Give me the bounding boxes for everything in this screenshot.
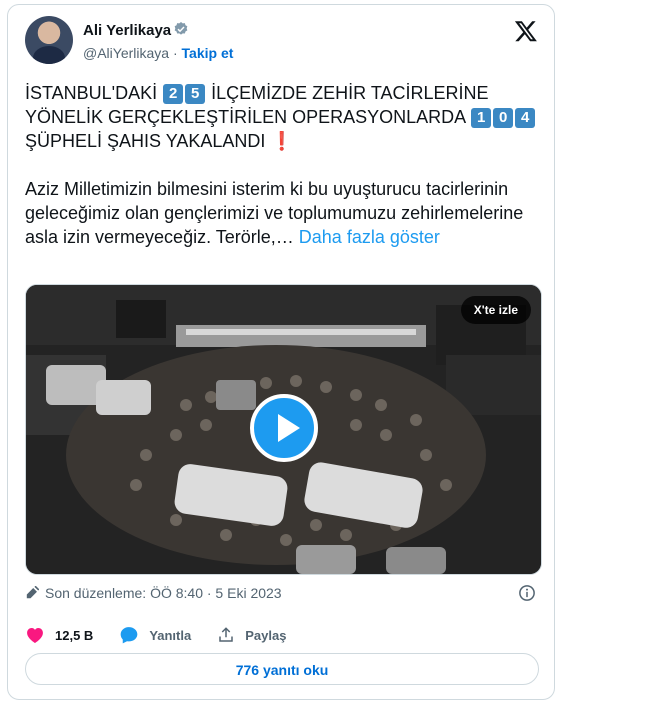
- body-text: Aziz Milletimizin bilmesini isterim ki b…: [25, 179, 524, 247]
- tweet-text: İSTANBUL'DAKİ 25 İLÇEMİZDE ZEHİR TACİRLE…: [25, 81, 545, 249]
- read-replies-button[interactable]: 776 yanıtı oku: [25, 653, 539, 685]
- handle-row: @AliYerlikaya · Takip et: [83, 45, 233, 61]
- share-label: Paylaş: [245, 627, 287, 643]
- keycap-digit: 1: [471, 108, 492, 128]
- pencil-icon: [26, 586, 39, 599]
- reply-label: Yanıtla: [149, 627, 192, 643]
- avatar[interactable]: [25, 16, 73, 64]
- author-name[interactable]: Ali Yerlikaya: [83, 22, 171, 39]
- author-handle[interactable]: @AliYerlikaya: [83, 45, 169, 61]
- info-icon[interactable]: [518, 584, 536, 602]
- keycap-digit: 0: [493, 108, 514, 128]
- tweet-headline: İSTANBUL'DAKİ 25 İLÇEMİZDE ZEHİR TACİRLE…: [25, 81, 545, 153]
- share-icon: [219, 627, 233, 642]
- reply-icon: [120, 627, 138, 644]
- edited-label: Son düzenleme: ÖÖ 8:40 · 5 Eki 2023: [45, 585, 282, 601]
- reply-button[interactable]: Yanıtla: [119, 625, 191, 645]
- like-count: 12,5 B: [55, 627, 94, 643]
- share-button[interactable]: Paylaş: [217, 626, 286, 644]
- exclamation-icon: ❗: [270, 131, 293, 151]
- tweet-card: Ali Yerlikaya @AliYerlikaya · Takip et İ…: [7, 4, 555, 700]
- video-thumbnail[interactable]: X'te izle: [25, 284, 542, 575]
- keycap-digit: 2: [163, 84, 184, 104]
- play-button-icon[interactable]: [250, 394, 318, 462]
- verified-badge-icon: [174, 22, 188, 35]
- headline-part: ŞÜPHELİ ŞAHIS YAKALANDI: [25, 131, 266, 151]
- like-button[interactable]: 12,5 B: [25, 625, 93, 645]
- show-more-link[interactable]: Daha fazla göster: [299, 227, 440, 247]
- separator: ·: [169, 45, 182, 61]
- keycap-digit: 5: [185, 84, 206, 104]
- heart-icon: [27, 628, 43, 643]
- watch-on-x-button[interactable]: X'te izle: [460, 296, 531, 324]
- x-logo-icon[interactable]: [514, 19, 538, 43]
- tweet-body: Aziz Milletimizin bilmesini isterim ki b…: [25, 177, 545, 249]
- edited-info[interactable]: Son düzenleme: ÖÖ 8:40 · 5 Eki 2023: [25, 585, 282, 601]
- keycap-digit: 4: [515, 108, 536, 128]
- headline-part: İSTANBUL'DAKİ: [25, 83, 163, 103]
- follow-button[interactable]: Takip et: [182, 45, 234, 61]
- action-bar: 12,5 B Yanıtla Paylaş: [25, 625, 312, 645]
